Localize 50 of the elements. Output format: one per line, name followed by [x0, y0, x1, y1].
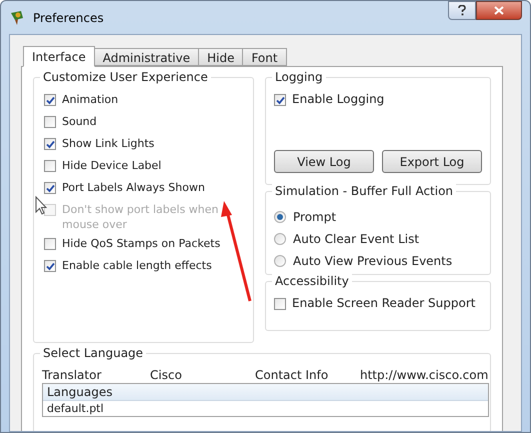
checkbox[interactable] [44, 182, 56, 194]
checkbox-label: Show Link Lights [62, 136, 154, 151]
info-text: Cisco [150, 367, 183, 384]
language-list[interactable]: Languages default.ptl [42, 383, 489, 417]
close-button[interactable] [476, 1, 522, 20]
list-row[interactable]: default.ptl [43, 401, 488, 416]
app-icon [9, 10, 25, 26]
tab[interactable]: Hide [198, 48, 244, 66]
checkbox-label: Hide Device Label [62, 158, 162, 173]
close-icon [494, 6, 504, 15]
checkbox[interactable] [44, 138, 56, 150]
log-button[interactable]: View Log [274, 150, 374, 173]
tab[interactable]: Font [242, 48, 287, 66]
checkbox-label: Hide QoS Stamps on Packets [62, 236, 220, 251]
radio-button[interactable] [274, 211, 286, 223]
radio-label: Auto Clear Event List [293, 231, 420, 248]
checkbox-label: Animation [62, 92, 118, 107]
help-button[interactable] [448, 1, 476, 20]
checkbox-label: Enable cable length effects [62, 258, 212, 273]
info-text: http://www.cisco.com [360, 367, 488, 384]
checkbox-label: Don't show port labels when mouse over [62, 202, 220, 232]
checkbox-label: Enable Screen Reader Support [292, 296, 476, 311]
checkbox-label: Enable Logging [292, 92, 384, 107]
group-title: Customize User Experience [40, 70, 211, 84]
checkbox[interactable] [44, 260, 56, 272]
info-text: Contact Info [255, 367, 330, 384]
checkbox[interactable] [44, 238, 56, 250]
checkbox[interactable] [274, 94, 286, 106]
tab[interactable]: Interface [23, 46, 95, 67]
radio-label: Auto View Previous Events [293, 253, 452, 270]
group-title: Logging [272, 70, 326, 84]
checkbox[interactable] [44, 116, 56, 128]
window-title: Preferences [33, 10, 104, 26]
column-header[interactable]: Languages [43, 384, 488, 401]
tab[interactable]: Administrative [94, 48, 200, 66]
info-text: Translator [42, 367, 102, 384]
radio-label: Prompt [293, 209, 336, 226]
checkbox[interactable] [44, 94, 56, 106]
group-title: Accessibility [272, 274, 352, 288]
group-title: Select Language [40, 346, 146, 360]
radio-button[interactable] [274, 255, 286, 267]
group-title: Simulation - Buffer Full Action [272, 184, 456, 198]
checkbox-label: Sound [62, 114, 97, 129]
checkbox-label: Port Labels Always Shown [62, 180, 205, 195]
mouse-pointer-icon [36, 196, 48, 215]
checkbox[interactable] [44, 160, 56, 172]
checkbox[interactable] [274, 298, 286, 310]
help-icon [458, 5, 466, 16]
radio-button[interactable] [274, 233, 286, 245]
log-button[interactable]: Export Log [382, 150, 482, 173]
